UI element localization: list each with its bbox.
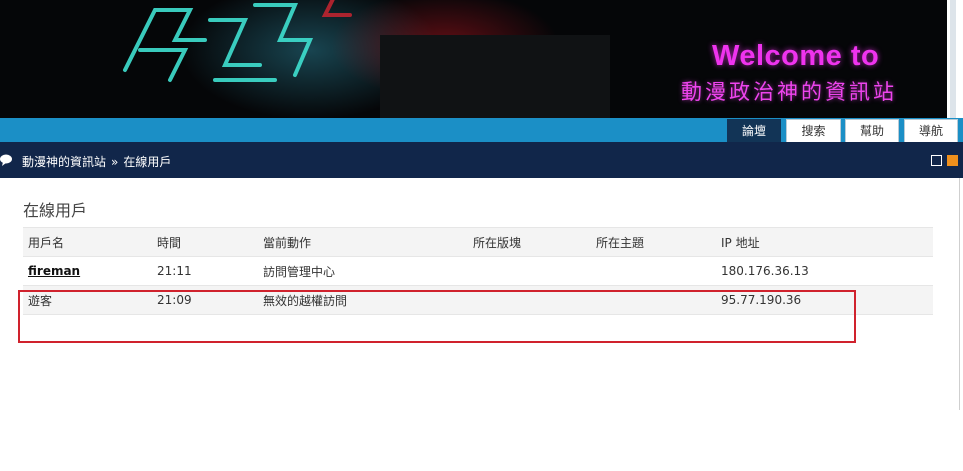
page-title: 在線用戶: [23, 201, 88, 220]
cell-action: 訪問管理中心: [258, 256, 468, 286]
cell-username: fireman: [23, 256, 152, 286]
tab-forum[interactable]: 論壇: [727, 119, 781, 142]
tab-search[interactable]: 搜索: [786, 119, 841, 142]
breadcrumb: 動漫神的資訊站 » 在線用戶: [22, 153, 171, 170]
welcome-text: Welcome to: [712, 40, 880, 72]
table-row: fireman 21:11 訪問管理中心 180.176.36.13: [23, 256, 933, 286]
header-ip: IP 地址: [716, 227, 933, 257]
header-forum: 所在版塊: [468, 227, 591, 257]
breadcrumb-bar: 動漫神的資訊站 » 在線用戶: [0, 142, 963, 178]
breadcrumb-current: 在線用戶: [123, 155, 172, 169]
highlight-annotation-box: [18, 290, 856, 343]
header-time: 時間: [152, 227, 258, 257]
tab-navigation[interactable]: 導航: [904, 119, 958, 142]
header-username: 用戶名: [23, 227, 152, 257]
cell-time: 21:11: [152, 256, 258, 286]
tab-help[interactable]: 幫助: [845, 119, 899, 142]
user-link[interactable]: fireman: [28, 264, 80, 278]
chat-bubble-icon: [0, 154, 12, 166]
header-banner: Welcome to 動漫政治神的資訊站: [0, 0, 947, 118]
cell-forum: [468, 256, 591, 286]
cell-topic: [591, 256, 716, 286]
neon-sign-image: [123, 0, 352, 82]
header-topic: 所在主題: [591, 227, 716, 257]
page-edge-line: [959, 178, 960, 410]
color-toggle-icon[interactable]: [947, 155, 958, 166]
cell-ip: 180.176.36.13: [716, 256, 933, 286]
breadcrumb-home-link[interactable]: 動漫神的資訊站: [22, 155, 106, 169]
table-header-row: 用戶名 時間 當前動作 所在版塊 所在主題 IP 地址: [23, 227, 933, 257]
site-subtitle: 動漫政治神的資訊站: [681, 80, 897, 104]
header-action: 當前動作: [258, 227, 468, 257]
layout-toggle-icon[interactable]: [931, 155, 942, 166]
breadcrumb-separator: »: [111, 155, 119, 169]
scroll-strip: [947, 0, 963, 118]
